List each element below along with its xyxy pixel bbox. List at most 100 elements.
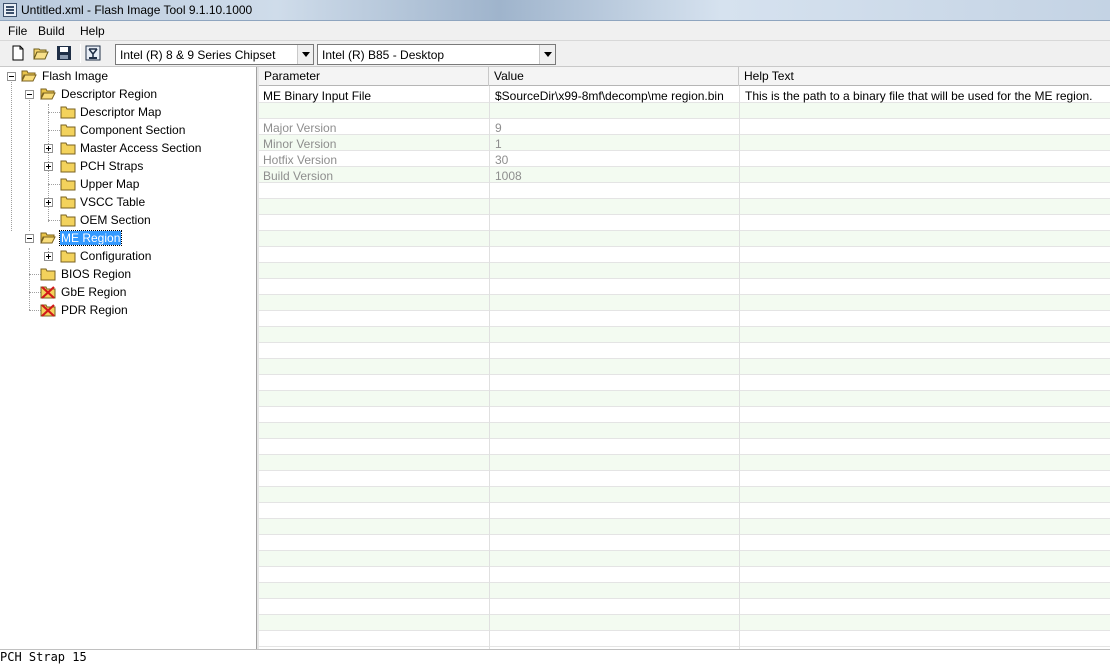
tree-label-vscc-table: VSCC Table	[80, 195, 146, 209]
table-row[interactable]	[259, 615, 1110, 631]
cell-value[interactable]: 1008	[495, 169, 522, 183]
toolbar: Intel (R) 8 & 9 Series Chipset Intel (R)…	[0, 41, 1110, 67]
table-row[interactable]	[259, 455, 1110, 471]
folder-icon	[60, 142, 76, 155]
table-row[interactable]	[259, 583, 1110, 599]
column-header-parameter[interactable]: Parameter	[259, 67, 489, 86]
collapse-icon[interactable]	[25, 90, 34, 99]
tree-node-me-region[interactable]: ME Region	[0, 229, 257, 247]
table-row[interactable]	[259, 215, 1110, 231]
table-row[interactable]	[259, 279, 1110, 295]
cell-value[interactable]: 30	[495, 153, 508, 167]
tree-node-oem-section[interactable]: OEM Section	[0, 211, 257, 229]
table-row[interactable]	[259, 183, 1110, 199]
table-row[interactable]: Hotfix Version 30	[259, 151, 1110, 167]
platform-dropdown-arrow-icon[interactable]	[539, 45, 555, 64]
expand-icon[interactable]	[44, 198, 53, 207]
new-file-icon[interactable]	[10, 45, 26, 61]
table-row[interactable]	[259, 439, 1110, 455]
tree-node-upper-map[interactable]: Upper Map	[0, 175, 257, 193]
table-row[interactable]	[259, 231, 1110, 247]
table-row[interactable]: ME Binary Input File $SourceDir\x99-8mf\d…	[259, 87, 1110, 103]
table-row[interactable]	[259, 567, 1110, 583]
tree-label-master-access-section: Master Access Section	[80, 141, 202, 155]
table-row[interactable]	[259, 103, 1110, 119]
table-row[interactable]	[259, 535, 1110, 551]
table-row[interactable]: Build Version 1008	[259, 167, 1110, 183]
tree-label-component-section: Component Section	[80, 123, 186, 137]
folder-icon	[60, 196, 76, 209]
tree-node-bios-region[interactable]: BIOS Region	[0, 265, 257, 283]
column-divider	[489, 86, 490, 649]
table-row[interactable]	[259, 247, 1110, 263]
table-row[interactable]: Minor Version 1	[259, 135, 1110, 151]
table-row[interactable]	[259, 487, 1110, 503]
menu-file[interactable]: File	[8, 24, 27, 38]
cell-parameter: ME Binary Input File	[263, 89, 372, 103]
cell-value[interactable]: 9	[495, 121, 502, 135]
table-row[interactable]	[259, 407, 1110, 423]
column-header-value[interactable]: Value	[489, 67, 739, 86]
tree-node-flash-image[interactable]: Flash Image	[0, 67, 257, 85]
platform-select-value: Intel (R) B85 - Desktop	[322, 48, 445, 62]
table-row[interactable]	[259, 631, 1110, 647]
table-row[interactable]	[259, 263, 1110, 279]
tree-node-descriptor-map[interactable]: Descriptor Map	[0, 103, 257, 121]
tree-node-vscc-table[interactable]: VSCC Table	[0, 193, 257, 211]
tree-node-component-section[interactable]: Component Section	[0, 121, 257, 139]
tree-label-pdr-region: PDR Region	[61, 303, 128, 317]
cell-parameter: Minor Version	[263, 137, 337, 151]
app-icon	[3, 3, 17, 17]
platform-select[interactable]: Intel (R) B85 - Desktop	[317, 44, 556, 65]
column-header-help-text[interactable]: Help Text	[739, 67, 1110, 86]
table-row[interactable]	[259, 295, 1110, 311]
expand-icon[interactable]	[44, 252, 53, 261]
open-folder-icon	[21, 70, 37, 82]
table-row[interactable]	[259, 423, 1110, 439]
tree-node-descriptor-region[interactable]: Descriptor Region	[0, 85, 257, 103]
disabled-region-icon	[40, 286, 56, 299]
table-row[interactable]	[259, 519, 1110, 535]
tree-node-pch-straps[interactable]: PCH Straps	[0, 157, 257, 175]
table-row[interactable]	[259, 471, 1110, 487]
column-divider	[739, 86, 740, 649]
table-row[interactable]	[259, 199, 1110, 215]
expand-icon[interactable]	[44, 144, 53, 153]
title-bar: Untitled.xml - Flash Image Tool 9.1.10.1…	[0, 0, 1110, 21]
cell-value[interactable]: $SourceDir\x99-8mf\decomp\me region.bin	[495, 89, 724, 103]
save-icon[interactable]	[56, 45, 72, 61]
collapse-icon[interactable]	[25, 234, 34, 243]
tree-label-bios-region: BIOS Region	[61, 267, 132, 281]
table-row[interactable]	[259, 599, 1110, 615]
expand-icon[interactable]	[44, 162, 53, 171]
chipset-select[interactable]: Intel (R) 8 & 9 Series Chipset	[115, 44, 314, 65]
table-row[interactable]	[259, 503, 1110, 519]
chipset-dropdown-arrow-icon[interactable]	[297, 45, 313, 64]
folder-icon	[40, 268, 56, 281]
menu-build[interactable]: Build	[38, 24, 65, 38]
window-title: Untitled.xml - Flash Image Tool 9.1.10.1…	[21, 3, 253, 17]
menu-help[interactable]: Help	[80, 24, 105, 38]
tree-node-master-access-section[interactable]: Master Access Section	[0, 139, 257, 157]
cell-parameter: Major Version	[263, 121, 337, 135]
cell-value[interactable]: 1	[495, 137, 502, 151]
tree-node-pdr-region[interactable]: PDR Region	[0, 301, 257, 319]
table-row[interactable]	[259, 359, 1110, 375]
tree-node-configuration[interactable]: Configuration	[0, 247, 257, 265]
build-image-icon[interactable]	[85, 45, 101, 61]
tree-view[interactable]: Flash Image Descriptor Region Descriptor…	[0, 67, 257, 649]
open-folder-icon	[40, 88, 56, 100]
tree-node-gbe-region[interactable]: GbE Region	[0, 283, 257, 301]
status-bar: PCH Strap 15	[0, 649, 1110, 664]
table-row[interactable]	[259, 391, 1110, 407]
collapse-icon[interactable]	[7, 72, 16, 81]
table-row[interactable]	[259, 327, 1110, 343]
tree-label-upper-map: Upper Map	[80, 177, 140, 191]
table-row[interactable]	[259, 343, 1110, 359]
table-row[interactable]	[259, 551, 1110, 567]
open-folder-icon[interactable]	[33, 45, 49, 61]
property-grid[interactable]: Parameter Value Help Text ME Binary Inpu…	[259, 67, 1110, 649]
table-row[interactable]	[259, 375, 1110, 391]
table-row[interactable]	[259, 311, 1110, 327]
table-row[interactable]: Major Version 9	[259, 119, 1110, 135]
